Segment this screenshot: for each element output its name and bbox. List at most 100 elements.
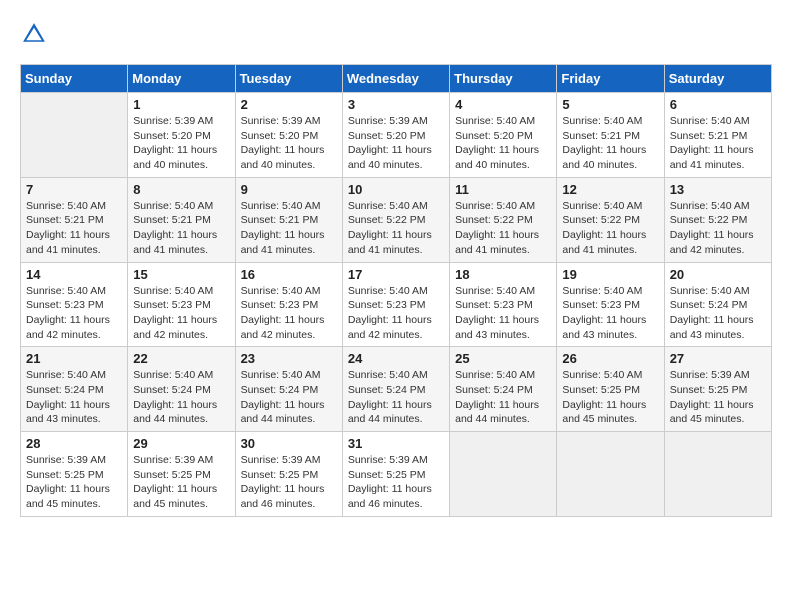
day-number: 17 bbox=[348, 267, 444, 282]
day-info: Sunrise: 5:40 AMSunset: 5:24 PMDaylight:… bbox=[133, 368, 229, 427]
week-row-5: 28 Sunrise: 5:39 AMSunset: 5:25 PMDayligh… bbox=[21, 432, 772, 517]
day-info: Sunrise: 5:40 AMSunset: 5:23 PMDaylight:… bbox=[455, 284, 551, 343]
day-cell: 19 Sunrise: 5:40 AMSunset: 5:23 PMDayligh… bbox=[557, 262, 664, 347]
day-number: 7 bbox=[26, 182, 122, 197]
day-info: Sunrise: 5:39 AMSunset: 5:20 PMDaylight:… bbox=[133, 114, 229, 173]
week-row-2: 7 Sunrise: 5:40 AMSunset: 5:21 PMDaylight… bbox=[21, 177, 772, 262]
day-cell bbox=[21, 93, 128, 178]
day-number: 28 bbox=[26, 436, 122, 451]
day-info: Sunrise: 5:40 AMSunset: 5:24 PMDaylight:… bbox=[455, 368, 551, 427]
day-number: 21 bbox=[26, 351, 122, 366]
col-header-friday: Friday bbox=[557, 65, 664, 93]
day-number: 16 bbox=[241, 267, 337, 282]
day-number: 25 bbox=[455, 351, 551, 366]
day-info: Sunrise: 5:39 AMSunset: 5:25 PMDaylight:… bbox=[26, 453, 122, 512]
col-header-tuesday: Tuesday bbox=[235, 65, 342, 93]
day-cell: 30 Sunrise: 5:39 AMSunset: 5:25 PMDayligh… bbox=[235, 432, 342, 517]
day-number: 3 bbox=[348, 97, 444, 112]
day-number: 22 bbox=[133, 351, 229, 366]
week-row-3: 14 Sunrise: 5:40 AMSunset: 5:23 PMDayligh… bbox=[21, 262, 772, 347]
calendar-table: SundayMondayTuesdayWednesdayThursdayFrid… bbox=[20, 64, 772, 517]
day-info: Sunrise: 5:40 AMSunset: 5:23 PMDaylight:… bbox=[133, 284, 229, 343]
day-info: Sunrise: 5:39 AMSunset: 5:25 PMDaylight:… bbox=[133, 453, 229, 512]
day-info: Sunrise: 5:40 AMSunset: 5:24 PMDaylight:… bbox=[348, 368, 444, 427]
day-cell: 14Sunrise: 5:40 AMSunset: 5:23 PMDayligh… bbox=[21, 262, 128, 347]
day-cell bbox=[557, 432, 664, 517]
day-number: 14 bbox=[26, 267, 122, 282]
col-header-monday: Monday bbox=[128, 65, 235, 93]
day-number: 27 bbox=[670, 351, 766, 366]
day-number: 5 bbox=[562, 97, 658, 112]
day-number: 24 bbox=[348, 351, 444, 366]
day-cell: 20Sunrise: 5:40 AMSunset: 5:24 PMDayligh… bbox=[664, 262, 771, 347]
day-number: 29 bbox=[133, 436, 229, 451]
day-cell: 29 Sunrise: 5:39 AMSunset: 5:25 PMDayligh… bbox=[128, 432, 235, 517]
day-info: Sunrise: 5:40 AMSunset: 5:23 PMDaylight:… bbox=[348, 284, 444, 343]
day-cell: 21 Sunrise: 5:40 AMSunset: 5:24 PMDayligh… bbox=[21, 347, 128, 432]
day-cell: 18 Sunrise: 5:40 AMSunset: 5:23 PMDayligh… bbox=[450, 262, 557, 347]
day-info: Sunrise: 5:40 AMSunset: 5:24 PMDaylight:… bbox=[241, 368, 337, 427]
day-cell: 15 Sunrise: 5:40 AMSunset: 5:23 PMDayligh… bbox=[128, 262, 235, 347]
day-info: Sunrise: 5:40 AMSunset: 5:22 PMDaylight:… bbox=[670, 199, 766, 258]
day-cell: 5 Sunrise: 5:40 AMSunset: 5:21 PMDaylight… bbox=[557, 93, 664, 178]
day-info: Sunrise: 5:40 AMSunset: 5:22 PMDaylight:… bbox=[348, 199, 444, 258]
day-number: 30 bbox=[241, 436, 337, 451]
day-cell: 9Sunrise: 5:40 AMSunset: 5:21 PMDaylight… bbox=[235, 177, 342, 262]
day-cell: 26 Sunrise: 5:40 AMSunset: 5:25 PMDayligh… bbox=[557, 347, 664, 432]
logo-icon bbox=[20, 20, 48, 48]
logo bbox=[20, 20, 52, 48]
day-info: Sunrise: 5:40 AMSunset: 5:21 PMDaylight:… bbox=[133, 199, 229, 258]
day-cell: 16 Sunrise: 5:40 AMSunset: 5:23 PMDayligh… bbox=[235, 262, 342, 347]
day-info: Sunrise: 5:39 AMSunset: 5:25 PMDaylight:… bbox=[348, 453, 444, 512]
day-info: Sunrise: 5:39 AMSunset: 5:25 PMDaylight:… bbox=[670, 368, 766, 427]
day-cell bbox=[664, 432, 771, 517]
day-cell: 6 Sunrise: 5:40 AMSunset: 5:21 PMDaylight… bbox=[664, 93, 771, 178]
day-number: 26 bbox=[562, 351, 658, 366]
day-number: 6 bbox=[670, 97, 766, 112]
day-info: Sunrise: 5:40 AMSunset: 5:21 PMDaylight:… bbox=[670, 114, 766, 173]
day-cell: 1 Sunrise: 5:39 AMSunset: 5:20 PMDaylight… bbox=[128, 93, 235, 178]
day-cell: 31 Sunrise: 5:39 AMSunset: 5:25 PMDayligh… bbox=[342, 432, 449, 517]
day-info: Sunrise: 5:40 AMSunset: 5:20 PMDaylight:… bbox=[455, 114, 551, 173]
page-header bbox=[20, 20, 772, 48]
day-number: 15 bbox=[133, 267, 229, 282]
day-info: Sunrise: 5:40 AMSunset: 5:22 PMDaylight:… bbox=[455, 199, 551, 258]
day-number: 2 bbox=[241, 97, 337, 112]
day-info: Sunrise: 5:40 AMSunset: 5:22 PMDaylight:… bbox=[562, 199, 658, 258]
day-cell: 11 Sunrise: 5:40 AMSunset: 5:22 PMDayligh… bbox=[450, 177, 557, 262]
day-info: Sunrise: 5:40 AMSunset: 5:21 PMDaylight:… bbox=[26, 199, 122, 258]
day-cell: 3Sunrise: 5:39 AMSunset: 5:20 PMDaylight… bbox=[342, 93, 449, 178]
day-cell: 12Sunrise: 5:40 AMSunset: 5:22 PMDayligh… bbox=[557, 177, 664, 262]
day-number: 23 bbox=[241, 351, 337, 366]
day-number: 1 bbox=[133, 97, 229, 112]
day-cell: 27 Sunrise: 5:39 AMSunset: 5:25 PMDayligh… bbox=[664, 347, 771, 432]
day-cell: 7 Sunrise: 5:40 AMSunset: 5:21 PMDaylight… bbox=[21, 177, 128, 262]
day-info: Sunrise: 5:40 AMSunset: 5:25 PMDaylight:… bbox=[562, 368, 658, 427]
day-cell: 17 Sunrise: 5:40 AMSunset: 5:23 PMDayligh… bbox=[342, 262, 449, 347]
week-row-4: 21 Sunrise: 5:40 AMSunset: 5:24 PMDayligh… bbox=[21, 347, 772, 432]
day-number: 10 bbox=[348, 182, 444, 197]
day-number: 11 bbox=[455, 182, 551, 197]
day-number: 18 bbox=[455, 267, 551, 282]
day-cell: 28 Sunrise: 5:39 AMSunset: 5:25 PMDayligh… bbox=[21, 432, 128, 517]
day-number: 9 bbox=[241, 182, 337, 197]
day-info: Sunrise: 5:40 AMSunset: 5:24 PMDaylight:… bbox=[670, 284, 766, 343]
col-header-sunday: Sunday bbox=[21, 65, 128, 93]
day-cell: 22 Sunrise: 5:40 AMSunset: 5:24 PMDayligh… bbox=[128, 347, 235, 432]
day-cell: 13 Sunrise: 5:40 AMSunset: 5:22 PMDayligh… bbox=[664, 177, 771, 262]
week-row-1: 1 Sunrise: 5:39 AMSunset: 5:20 PMDaylight… bbox=[21, 93, 772, 178]
day-info: Sunrise: 5:40 AMSunset: 5:23 PMDaylight:… bbox=[241, 284, 337, 343]
day-number: 13 bbox=[670, 182, 766, 197]
day-number: 31 bbox=[348, 436, 444, 451]
day-info: Sunrise: 5:40 AMSunset: 5:21 PMDaylight:… bbox=[562, 114, 658, 173]
day-info: Sunrise: 5:39 AMSunset: 5:25 PMDaylight:… bbox=[241, 453, 337, 512]
col-header-wednesday: Wednesday bbox=[342, 65, 449, 93]
day-info: Sunrise: 5:40 AMSunset: 5:24 PMDaylight:… bbox=[26, 368, 122, 427]
day-number: 8 bbox=[133, 182, 229, 197]
day-number: 19 bbox=[562, 267, 658, 282]
day-cell: 24 Sunrise: 5:40 AMSunset: 5:24 PMDayligh… bbox=[342, 347, 449, 432]
day-cell: 25 Sunrise: 5:40 AMSunset: 5:24 PMDayligh… bbox=[450, 347, 557, 432]
day-info: Sunrise: 5:40 AMSunset: 5:23 PMDaylight:… bbox=[562, 284, 658, 343]
day-cell: 8 Sunrise: 5:40 AMSunset: 5:21 PMDaylight… bbox=[128, 177, 235, 262]
day-cell: 4Sunrise: 5:40 AMSunset: 5:20 PMDaylight… bbox=[450, 93, 557, 178]
